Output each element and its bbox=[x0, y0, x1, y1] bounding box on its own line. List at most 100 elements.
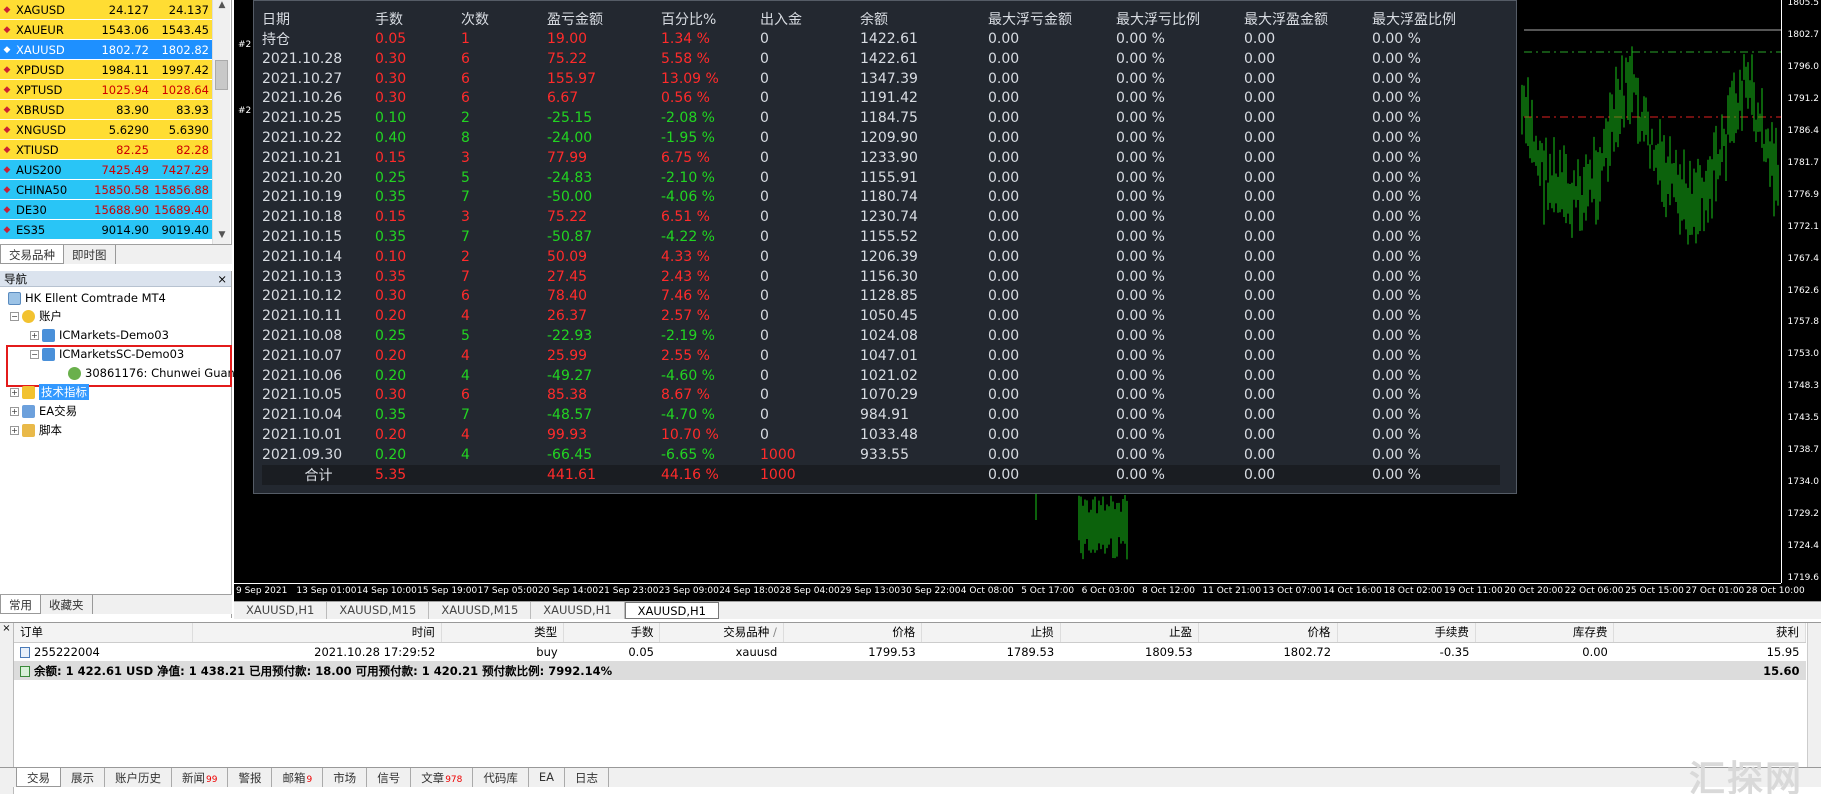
close-icon[interactable]: × bbox=[217, 272, 227, 286]
terminal-tab[interactable]: 展示 bbox=[61, 768, 105, 787]
col-symbol[interactable]: 交易品种 / bbox=[659, 623, 784, 643]
scroll-thumb[interactable] bbox=[215, 60, 228, 90]
stats-cell-maxlosspct: 0.00 % bbox=[1116, 268, 1165, 285]
order-row[interactable]: 255222004 2021.10.28 17:29:52 buy 0.05 x… bbox=[14, 642, 1806, 661]
market-watch-scrollbar[interactable]: ▲ ▼ bbox=[212, 0, 230, 244]
tab-chart[interactable]: XAUUSD,H1 bbox=[531, 602, 625, 619]
tab-chart[interactable]: XAUUSD,M15 bbox=[429, 602, 532, 619]
terminal-tab[interactable]: 文章978 bbox=[411, 768, 474, 787]
stats-row: 2021.10.26 0.30 6 6.67 0.56 % 0 1191.42 0.00 0.0… bbox=[262, 89, 1500, 109]
collapse-icon[interactable]: − bbox=[10, 311, 19, 321]
stats-cell-pct: -4.06 % bbox=[661, 189, 715, 206]
symbol-row-xbrusd[interactable]: ◆ XBRUSD 83.90 83.93 bbox=[0, 100, 212, 120]
symbol-row-aus200[interactable]: ◆ AUS200 7425.49 7427.29 bbox=[0, 160, 212, 180]
symbol-name: ES35 bbox=[16, 222, 46, 237]
stats-cell-lots: 0.15 bbox=[375, 149, 407, 166]
symbol-row-xngusd[interactable]: ◆ XNGUSD 5.6290 5.6390 bbox=[0, 120, 212, 140]
tree-indicators[interactable]: + 技术指标 bbox=[10, 383, 89, 401]
tree-ea[interactable]: + EA交易 bbox=[10, 402, 77, 420]
price-tick: 1734.0 bbox=[1787, 477, 1820, 488]
symbol-row-china50[interactable]: ◆ CHINA50 15850.58 15856.88 bbox=[0, 180, 212, 200]
col-profit[interactable]: 获利 bbox=[1613, 623, 1806, 643]
tab-chart[interactable]: XAUUSD,M15 bbox=[327, 602, 430, 619]
col-tp[interactable]: 止盈 bbox=[1060, 623, 1200, 643]
tree-accounts[interactable]: − 账户 bbox=[10, 307, 62, 325]
stats-cell-maxlosspct: 0.00 % bbox=[1116, 288, 1165, 305]
expand-icon[interactable]: + bbox=[10, 406, 19, 416]
stats-cell-maxprofitpct: 0.00 % bbox=[1372, 169, 1421, 186]
terminal-tab[interactable]: 日志 bbox=[565, 768, 610, 787]
stats-cell-maxlosspct: 0.00 % bbox=[1116, 90, 1165, 107]
stats-cell-lots: 0.20 bbox=[375, 446, 407, 463]
col-type[interactable]: 类型 bbox=[441, 623, 565, 643]
col-swap[interactable]: 库存费 bbox=[1475, 623, 1615, 643]
stats-cell-pct: -1.95 % bbox=[661, 130, 715, 147]
symbol-row-es35[interactable]: ◆ ES35 9014.90 9019.40 bbox=[0, 220, 212, 240]
terminal-tab[interactable]: 账户历史 bbox=[105, 768, 172, 787]
terminal-tab[interactable]: 市场 bbox=[323, 768, 368, 787]
col-price[interactable]: 价格 bbox=[1198, 623, 1338, 643]
symbol-row-xtiusd[interactable]: ◆ XTIUSD 82.25 82.28 bbox=[0, 140, 212, 160]
col-lots[interactable]: 手数 bbox=[563, 623, 661, 643]
tab-tick-chart[interactable]: 即时图 bbox=[64, 245, 116, 264]
expand-icon[interactable]: + bbox=[30, 330, 39, 340]
symbol-row-xagusd[interactable]: ◆ XAGUSD 24.127 24.137 bbox=[0, 0, 212, 20]
symbol-row-de30[interactable]: ◆ DE30 15688.90 15689.40 bbox=[0, 200, 212, 220]
stats-total-pct: 44.16 % bbox=[661, 464, 760, 485]
scroll-up-icon[interactable]: ▲ bbox=[213, 0, 231, 14]
stats-cell-pct: -6.65 % bbox=[661, 446, 715, 463]
stats-cell-bal: 1230.74 bbox=[860, 209, 918, 226]
stats-header: 最大浮亏金额 bbox=[988, 12, 1072, 28]
price-tick: 1724.4 bbox=[1787, 541, 1820, 552]
symbol-bid: 83.90 bbox=[116, 102, 149, 117]
expand-icon[interactable]: + bbox=[10, 425, 19, 435]
time-tick: 22 Oct 06:00 bbox=[1564, 586, 1624, 596]
stats-cell-maxloss: 0.00 bbox=[988, 248, 1020, 265]
stats-cell-maxloss: 0.00 bbox=[988, 31, 1020, 47]
terminal-tab[interactable]: 交易 bbox=[16, 768, 61, 787]
time-tick: 25 Oct 15:00 bbox=[1625, 586, 1684, 596]
col-order[interactable]: 订单 bbox=[14, 623, 194, 643]
stats-cell-lots: 0.35 bbox=[375, 189, 407, 206]
tab-symbols[interactable]: 交易品种 bbox=[0, 245, 64, 264]
col-sl[interactable]: 止损 bbox=[921, 623, 1061, 643]
stats-cell-count: 3 bbox=[461, 209, 470, 226]
stats-cell-count: 5 bbox=[461, 169, 470, 186]
terminal-scrollbar[interactable] bbox=[1807, 623, 1821, 773]
col-time[interactable]: 时间 bbox=[192, 623, 442, 643]
symbol-row-xptusd[interactable]: ◆ XPTUSD 1025.94 1028.64 bbox=[0, 80, 212, 100]
stats-cell-count: 2 bbox=[461, 248, 470, 265]
stats-cell-maxloss: 0.00 bbox=[988, 347, 1020, 364]
tree-account-1[interactable]: + ICMarkets-Demo03 bbox=[30, 326, 169, 344]
terminal-tab[interactable]: 代码库 bbox=[473, 768, 529, 787]
tab-common[interactable]: 常用 bbox=[0, 595, 41, 614]
stats-cell-bal: 1209.90 bbox=[860, 130, 918, 147]
terminal-tab[interactable]: 信号 bbox=[367, 768, 412, 787]
tab-chart[interactable]: XAUUSD,H1 bbox=[234, 602, 328, 619]
symbol-row-xpdusd[interactable]: ◆ XPDUSD 1984.11 1997.42 bbox=[0, 60, 212, 80]
terminal-tab[interactable]: 邮箱9 bbox=[272, 768, 324, 787]
terminal-tabs: 交易 展示 账户历史 新闻99 警报 邮箱9 市场 信号 文章978 代码库 EA 日志 bbox=[0, 767, 1821, 787]
stats-cell-maxprofit: 0.00 bbox=[1244, 248, 1276, 265]
terminal-tab[interactable]: 警报 bbox=[228, 768, 273, 787]
stats-cell-dep: 0 bbox=[760, 288, 769, 305]
stats-cell-bal: 1233.90 bbox=[860, 149, 918, 166]
time-tick: 14 Sep 10:00 bbox=[356, 586, 417, 596]
tab-favorites[interactable]: 收藏夹 bbox=[41, 595, 93, 614]
stats-cell-date: 2021.10.27 bbox=[262, 70, 343, 87]
col-open-price[interactable]: 价格 bbox=[783, 623, 923, 643]
tab-chart-active[interactable]: XAUUSD,H1 bbox=[624, 602, 719, 619]
symbol-row-xaueur[interactable]: ◆ XAUEUR 1543.06 1543.45 bbox=[0, 20, 212, 40]
server-icon bbox=[42, 328, 55, 342]
col-commission[interactable]: 手续费 bbox=[1337, 623, 1476, 643]
tree-scripts[interactable]: + 脚本 bbox=[10, 421, 62, 439]
terminal-tab[interactable]: EA bbox=[529, 768, 566, 787]
balance-text: 余额: 1 422.61 USD 净值: 1 438.21 已用预付款: 18.… bbox=[34, 663, 613, 678]
symbol-row-xauusd[interactable]: ◆ XAUUSD 1802.72 1802.82 bbox=[0, 40, 212, 60]
scroll-down-icon[interactable]: ▼ bbox=[213, 230, 231, 244]
expand-icon[interactable]: + bbox=[10, 387, 19, 397]
stats-cell-maxloss: 0.00 bbox=[988, 387, 1020, 404]
terminal-tab[interactable]: 新闻99 bbox=[172, 768, 229, 787]
tree-root[interactable]: HK Ellent Comtrade MT4 bbox=[8, 289, 166, 307]
close-icon[interactable]: × bbox=[2, 623, 10, 634]
